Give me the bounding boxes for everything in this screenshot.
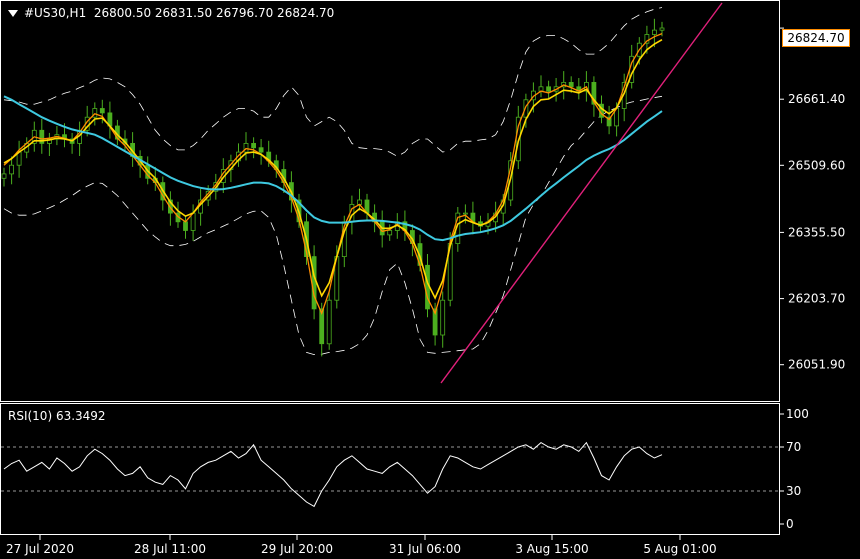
price-tick-label: 26509.60 xyxy=(788,158,845,172)
price-tick-label: 26355.50 xyxy=(788,225,845,239)
candle xyxy=(462,212,468,215)
candle xyxy=(9,164,15,175)
price-tick-label: 26661.40 xyxy=(788,92,845,106)
candle xyxy=(387,230,393,236)
candle xyxy=(546,86,551,92)
collapse-triangle-icon[interactable] xyxy=(8,10,18,17)
time-tick-label: 31 Jul 06:00 xyxy=(389,542,461,556)
candle xyxy=(440,299,446,336)
rsi-tick-label: 100 xyxy=(786,407,809,421)
candle xyxy=(326,299,332,345)
time-tick-label: 27 Jul 2020 xyxy=(6,542,74,556)
time-tick-label: 5 Aug 01:00 xyxy=(643,542,716,556)
current-price-tag: 26824.70 xyxy=(782,29,850,47)
candle xyxy=(251,142,257,149)
candle xyxy=(183,221,188,231)
chart-frame: 26661.40 26509.60 26355.50 26203.70 26051.90… xyxy=(0,0,860,559)
candle xyxy=(652,29,657,35)
candle xyxy=(190,212,196,231)
time-tick-label: 28 Jul 11:00 xyxy=(134,542,206,556)
time-tick-label: 3 Aug 15:00 xyxy=(515,542,588,556)
time-tick-label: 29 Jul 20:00 xyxy=(261,542,333,556)
candle xyxy=(568,82,574,88)
rsi-label: RSI(10) 63.3492 xyxy=(8,409,106,423)
chart-header: #US30,H1 26800.50 26831.50 26796.70 2682… xyxy=(8,6,334,20)
rsi-tick-label: 0 xyxy=(786,517,794,531)
symbol-label: #US30,H1 xyxy=(24,6,87,20)
candle xyxy=(1,173,7,179)
candle xyxy=(659,27,665,31)
price-tick-label: 26051.90 xyxy=(788,358,845,372)
price-tick-label: 26203.70 xyxy=(788,292,845,306)
rsi-tick-label: 70 xyxy=(786,440,801,454)
candle xyxy=(99,108,105,114)
candle xyxy=(311,256,317,310)
candle xyxy=(258,147,264,153)
ohlc-values: 26800.50 26831.50 26796.70 26824.70 xyxy=(93,6,335,20)
rsi-tick-label: 30 xyxy=(786,484,801,498)
